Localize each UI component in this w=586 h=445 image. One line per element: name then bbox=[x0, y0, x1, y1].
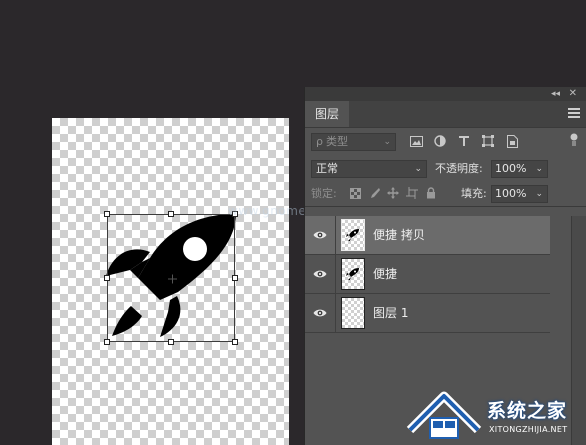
fill-field[interactable]: 100% ⌄ bbox=[491, 185, 548, 203]
layer-thumbnail bbox=[341, 258, 365, 290]
layer-name[interactable]: 图层 1 bbox=[373, 294, 408, 332]
blend-row: 正常 ⌄ 不透明度: 100% ⌄ bbox=[305, 156, 586, 182]
panel-scrollbar[interactable] bbox=[571, 216, 586, 445]
layers-list: 便捷 拷贝 便捷 图层 1 bbox=[305, 216, 550, 333]
chevron-down-icon: ⌄ bbox=[383, 137, 391, 147]
panel-title-bar: ◂◂ ✕ bbox=[305, 87, 586, 101]
opacity-value: 100% bbox=[495, 162, 527, 175]
lock-icons bbox=[349, 187, 437, 199]
layer-visibility-toggle[interactable] bbox=[305, 294, 336, 332]
lock-label: 锁定: bbox=[311, 187, 337, 200]
blend-mode-select[interactable]: 正常 ⌄ bbox=[311, 160, 427, 178]
shape-layer-filter-icon[interactable] bbox=[481, 134, 495, 148]
eye-icon bbox=[313, 270, 327, 278]
collapse-icon[interactable]: ◂◂ bbox=[551, 87, 560, 101]
panel-menu-icon[interactable] bbox=[568, 108, 580, 118]
opacity-field[interactable]: 100% ⌄ bbox=[491, 160, 548, 178]
rocket-icon bbox=[346, 229, 359, 241]
chevron-down-icon[interactable]: ⌄ bbox=[535, 186, 543, 202]
layer-visibility-toggle[interactable] bbox=[305, 255, 336, 293]
transform-handle-top-left[interactable] bbox=[104, 211, 110, 217]
close-icon[interactable]: ✕ bbox=[569, 87, 577, 101]
layers-panel: ◂◂ ✕ 图层 ρ 类型 ⌄ 正常 ⌄ 不透明度: 100% ⌄ 锁定: 填充:… bbox=[304, 87, 586, 445]
lock-image-pixels-icon[interactable] bbox=[368, 187, 380, 199]
filter-kind-select[interactable]: ρ 类型 ⌄ bbox=[311, 133, 396, 151]
chevron-down-icon: ⌄ bbox=[414, 164, 422, 174]
rocket-icon bbox=[346, 268, 359, 280]
lock-row: 锁定: 填充: 100% ⌄ bbox=[305, 182, 586, 207]
chevron-down-icon[interactable]: ⌄ bbox=[535, 161, 543, 177]
transform-handle-bottom-center[interactable] bbox=[168, 339, 174, 345]
layer-name[interactable]: 便捷 拷贝 bbox=[373, 216, 425, 254]
lock-position-icon[interactable] bbox=[387, 187, 399, 199]
tab-layers[interactable]: 图层 bbox=[305, 101, 350, 127]
layer-thumbnail bbox=[341, 297, 365, 329]
pixel-layer-filter-icon[interactable] bbox=[409, 134, 423, 148]
lock-transparent-pixels-icon[interactable] bbox=[349, 187, 361, 199]
layer-row[interactable]: 便捷 bbox=[305, 255, 550, 294]
lock-artboard-icon[interactable] bbox=[406, 187, 418, 199]
canvas-area[interactable]: www.gnome.NET bbox=[0, 0, 336, 445]
transform-handle-bottom-left[interactable] bbox=[104, 339, 110, 345]
transform-handle-bottom-right[interactable] bbox=[232, 339, 238, 345]
filter-kind-label: 类型 bbox=[325, 135, 348, 148]
eye-icon bbox=[313, 231, 327, 239]
fill-label: 填充: bbox=[461, 187, 487, 200]
transform-handle-top-right[interactable] bbox=[232, 211, 238, 217]
type-layer-filter-icon[interactable] bbox=[457, 134, 471, 148]
eye-icon bbox=[313, 309, 327, 317]
fill-value: 100% bbox=[495, 187, 527, 200]
layer-visibility-toggle[interactable] bbox=[305, 216, 336, 254]
search-icon: ρ bbox=[316, 135, 323, 148]
layer-thumbnail bbox=[341, 219, 365, 251]
adjustment-layer-filter-icon[interactable] bbox=[433, 134, 447, 148]
filter-toggle-icon[interactable] bbox=[570, 133, 578, 147]
layer-filter-row: ρ 类型 ⌄ bbox=[305, 128, 586, 156]
transform-handle-middle-right[interactable] bbox=[232, 275, 238, 281]
layer-name[interactable]: 便捷 bbox=[373, 255, 397, 293]
transform-handle-middle-left[interactable] bbox=[104, 275, 110, 281]
transform-handle-top-center[interactable] bbox=[168, 211, 174, 217]
filter-icons bbox=[409, 134, 519, 150]
layer-row[interactable]: 便捷 拷贝 bbox=[305, 216, 550, 255]
smart-object-filter-icon[interactable] bbox=[505, 134, 519, 148]
opacity-label: 不透明度: bbox=[435, 162, 483, 175]
lock-all-icon[interactable] bbox=[425, 187, 437, 199]
rocket-shape[interactable] bbox=[0, 0, 305, 445]
blend-mode-value: 正常 bbox=[316, 162, 338, 175]
panel-tab-row: 图层 bbox=[305, 101, 586, 128]
layer-row[interactable]: 图层 1 bbox=[305, 294, 550, 333]
